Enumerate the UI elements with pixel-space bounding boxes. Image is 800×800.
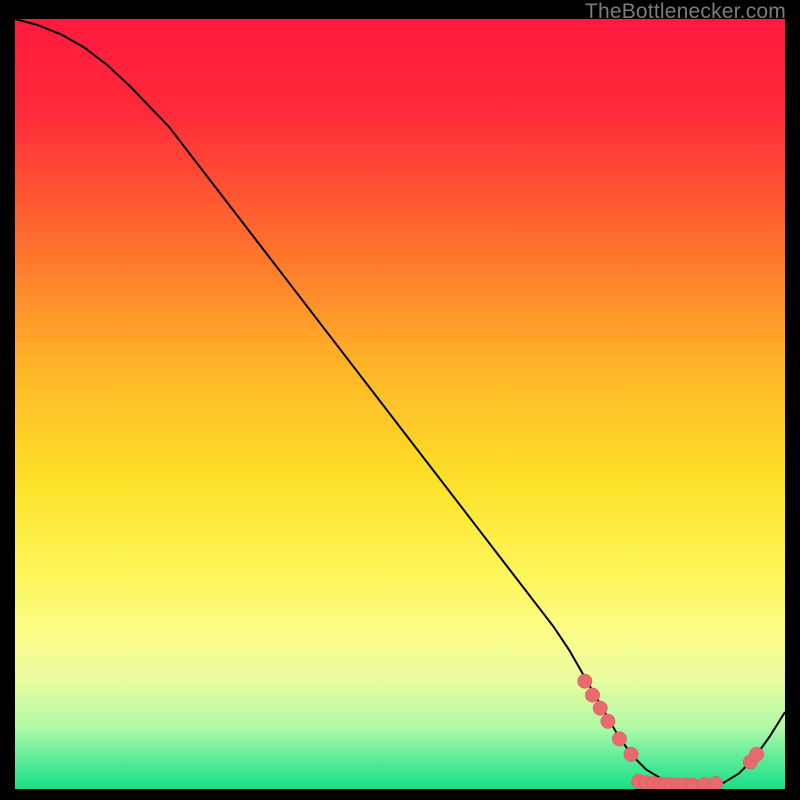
curve-marker: [612, 732, 626, 746]
curve-marker: [585, 688, 599, 702]
curve-marker: [601, 714, 615, 728]
curve-marker: [709, 776, 723, 789]
curve-marker: [624, 747, 638, 761]
chart-frame: [15, 19, 785, 789]
gradient-background: [15, 19, 785, 789]
curve-marker: [593, 701, 607, 715]
curve-marker: [749, 747, 763, 761]
bottleneck-chart: [15, 19, 785, 789]
curve-marker: [578, 674, 592, 688]
watermark-text: TheBottlenecker.com: [585, 0, 786, 24]
